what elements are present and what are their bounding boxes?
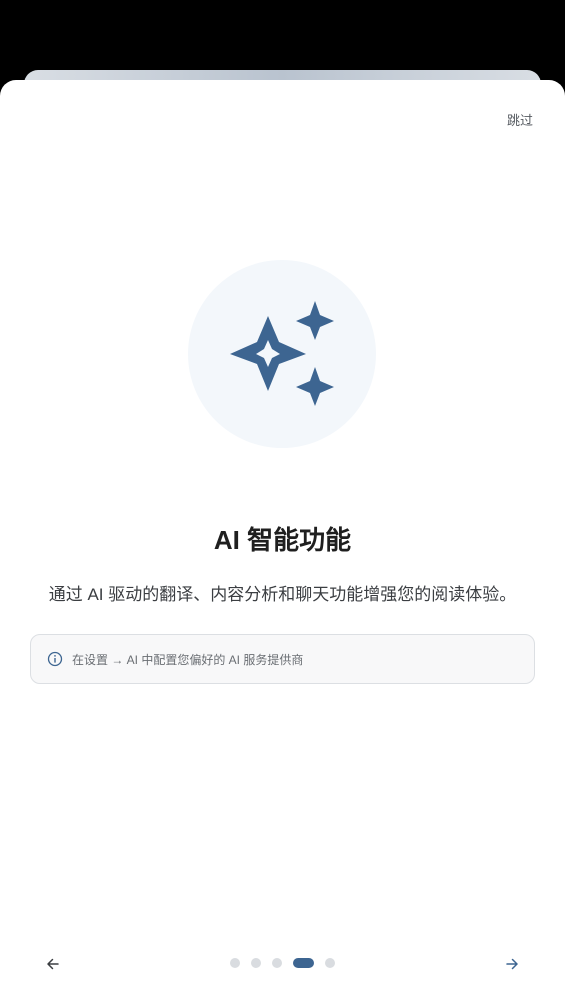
onboarding-sheet: 跳过 AI 智能功能 通过 AI 驱动的翻译、内容分析和聊天功能增强您的阅读体验… — [0, 80, 565, 1004]
page-dot-4[interactable] — [293, 958, 314, 968]
page-dot-3[interactable] — [272, 958, 282, 968]
sparkles-icon — [230, 301, 334, 406]
page-dot-1[interactable] — [230, 958, 240, 968]
info-hint-box: 在设置 → AI 中配置您偏好的 AI 服务提供商 — [30, 634, 535, 684]
next-page-button[interactable] — [498, 950, 526, 978]
feature-illustration — [188, 260, 376, 448]
info-icon — [47, 651, 63, 667]
skip-button[interactable]: 跳过 — [507, 110, 533, 129]
feature-title: AI 智能功能 — [213, 525, 352, 555]
page-dot-2[interactable] — [251, 958, 261, 968]
page-indicator — [0, 957, 565, 969]
page-dot-5[interactable] — [325, 958, 335, 968]
arrow-right-icon — [506, 958, 518, 970]
feature-description: 通过 AI 驱动的翻译、内容分析和聊天功能增强您的阅读体验。 — [48, 585, 517, 604]
info-hint-text: 在设置 → AI 中配置您偏好的 AI 服务提供商 — [72, 652, 304, 667]
